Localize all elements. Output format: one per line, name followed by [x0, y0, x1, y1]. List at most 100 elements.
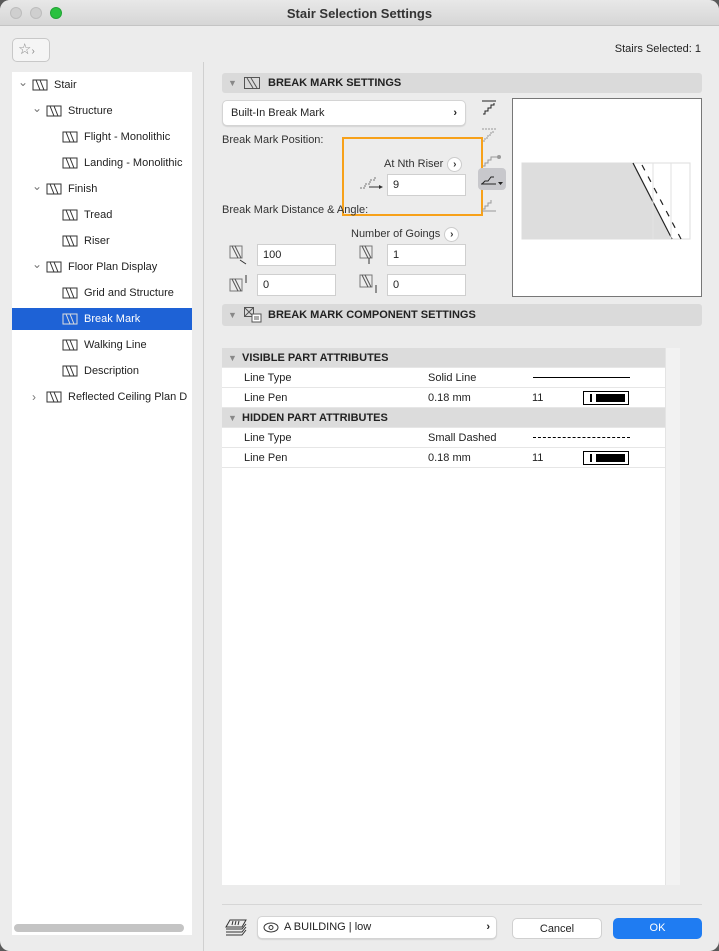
- walking-line-icon: [62, 339, 78, 351]
- break-mark-settings-header[interactable]: ▼ BREAK MARK SETTINGS: [222, 73, 702, 93]
- layers-icon: [225, 919, 247, 936]
- goings-icon: [359, 245, 373, 264]
- attribute-row[interactable]: Line Type Solid Line: [222, 368, 665, 388]
- attribute-value: Solid Line: [428, 372, 477, 384]
- chevron-down-icon[interactable]: ⌄: [18, 74, 28, 93]
- tree-item-structure[interactable]: ⌄ Structure: [12, 100, 192, 122]
- tree-item-label: Finish: [68, 183, 98, 195]
- chevron-down-icon[interactable]: ⌄: [32, 178, 42, 197]
- splitter[interactable]: [203, 62, 204, 951]
- nth-riser-mode-icon: [481, 176, 503, 185]
- break-mark-icon: [244, 77, 260, 89]
- pen-preview: [583, 391, 629, 405]
- tree-item-label: Break Mark: [84, 313, 141, 325]
- tree-item-label: Reflected Ceiling Plan D: [68, 391, 188, 403]
- attribute-row[interactable]: Line Type Small Dashed: [222, 428, 665, 448]
- angle-offset-icon: [359, 274, 377, 293]
- group-header[interactable]: ▼ HIDDEN PART ATTRIBUTES: [222, 408, 665, 428]
- cancel-button[interactable]: Cancel: [512, 918, 602, 939]
- tree-item-reflected-ceiling-plan-d[interactable]: › Reflected Ceiling Plan D: [12, 386, 192, 408]
- goings-label: Number of Goings: [351, 228, 441, 240]
- distance-input[interactable]: 100: [257, 244, 336, 266]
- layer-select[interactable]: A BUILDING | low ›: [257, 916, 497, 939]
- dashed-line-preview: [533, 437, 630, 438]
- position-top-icon[interactable]: [480, 100, 502, 116]
- structure-icon: [46, 105, 62, 117]
- position-nth-riser-button[interactable]: [478, 168, 506, 190]
- break-mark-preview-drawing: [521, 162, 691, 240]
- settings-tree: ⌄ Stair ⌄ Structure Flight - Monolithic Landi…: [12, 72, 192, 935]
- goings-input[interactable]: 1: [387, 244, 466, 266]
- collapse-triangle-icon: ▼: [228, 353, 237, 363]
- break-mark-preview: [512, 98, 702, 297]
- component-icon: [244, 307, 262, 323]
- chevron-down-icon[interactable]: ⌄: [32, 100, 42, 119]
- group-header[interactable]: ▼ VISIBLE PART ATTRIBUTES: [222, 348, 665, 368]
- tree-item-riser[interactable]: Riser: [12, 230, 192, 252]
- collapse-triangle-icon: ▼: [228, 310, 237, 320]
- tree-item-stair[interactable]: ⌄ Stair: [12, 74, 192, 96]
- chevron-right-icon[interactable]: ›: [32, 386, 36, 408]
- ok-button[interactable]: OK: [613, 918, 702, 939]
- layer-value: A BUILDING | low: [284, 921, 372, 933]
- pen-number: 11: [532, 452, 544, 464]
- attribute-row[interactable]: Line Pen 0.18 mm 11: [222, 388, 665, 408]
- attribute-value: Small Dashed: [428, 432, 497, 444]
- position-point-icon[interactable]: [480, 152, 502, 168]
- angle-offset-input[interactable]: 0: [387, 274, 466, 296]
- tree-item-label: Walking Line: [84, 339, 147, 351]
- tree-item-tread[interactable]: Tread: [12, 204, 192, 226]
- tree-item-walking-line[interactable]: Walking Line: [12, 334, 192, 356]
- component-settings-header[interactable]: ▼ BREAK MARK COMPONENT SETTINGS: [222, 304, 702, 326]
- tree-item-landing-monolithic[interactable]: Landing - Monolithic: [12, 152, 192, 174]
- pen-preview: [583, 451, 629, 465]
- tree-item-description[interactable]: Description: [12, 360, 192, 382]
- stair-icon: [32, 79, 48, 91]
- tree-item-label: Grid and Structure: [84, 287, 174, 299]
- tree-item-label: Landing - Monolithic: [84, 157, 183, 169]
- chevron-right-icon: ›: [453, 107, 457, 119]
- selection-count: Stairs Selected: 1: [614, 43, 701, 55]
- break-mark-type-select[interactable]: Built-In Break Mark ›: [222, 100, 466, 126]
- floor-plan-icon: [46, 261, 62, 273]
- tree-item-label: Description: [84, 365, 140, 377]
- tree-item-finish[interactable]: ⌄ Finish: [12, 178, 192, 200]
- tread-icon: [62, 209, 78, 221]
- attribute-row[interactable]: Line Pen 0.18 mm 11: [222, 448, 665, 468]
- offset-input[interactable]: 0: [257, 274, 336, 296]
- attribute-name: Line Type: [244, 372, 292, 384]
- tree-item-label: Floor Plan Display: [68, 261, 158, 273]
- tree-item-label: Riser: [84, 235, 110, 247]
- favorites-button[interactable]: ☆›: [12, 38, 50, 62]
- position-label: Break Mark Position:: [222, 134, 324, 146]
- title-bar: Stair Selection Settings: [0, 0, 719, 26]
- tree-item-label: Flight - Monolithic: [84, 131, 171, 143]
- riser-icon: [62, 235, 78, 247]
- attribute-name: Line Type: [244, 432, 292, 444]
- collapse-triangle-icon: ▼: [228, 413, 237, 423]
- chevron-down-icon[interactable]: ⌄: [32, 256, 42, 275]
- attributes-table: ▼ VISIBLE PART ATTRIBUTES Line Type Solid L…: [222, 348, 665, 885]
- position-bottom-icon[interactable]: [480, 197, 502, 213]
- grid-icon: [62, 287, 78, 299]
- pen-number: 11: [532, 392, 544, 404]
- group-title: HIDDEN PART ATTRIBUTES: [242, 412, 388, 424]
- position-above-icon[interactable]: [480, 127, 502, 143]
- eye-icon: [263, 922, 279, 933]
- tree-item-flight-monolithic[interactable]: Flight - Monolithic: [12, 126, 192, 148]
- tree-item-grid-and-structure[interactable]: Grid and Structure: [12, 282, 192, 304]
- break-mark-icon: [62, 313, 78, 325]
- footer-divider: [222, 904, 702, 905]
- window-title: Stair Selection Settings: [286, 6, 433, 21]
- solid-line-preview: [533, 377, 630, 378]
- tree-item-floor-plan-display[interactable]: ⌄ Floor Plan Display: [12, 256, 192, 278]
- attribute-value: 0.18 mm: [428, 392, 471, 404]
- horizontal-scrollbar[interactable]: [14, 924, 184, 932]
- tree-item-label: Stair: [54, 79, 77, 91]
- goings-select[interactable]: Number of Goings ›: [351, 227, 460, 242]
- section-title: BREAK MARK SETTINGS: [268, 77, 402, 89]
- vertical-scrollbar[interactable]: [665, 348, 680, 885]
- group-title: VISIBLE PART ATTRIBUTES: [242, 352, 389, 364]
- tree-item-label: Tread: [84, 209, 113, 221]
- tree-item-break-mark[interactable]: Break Mark: [12, 308, 192, 330]
